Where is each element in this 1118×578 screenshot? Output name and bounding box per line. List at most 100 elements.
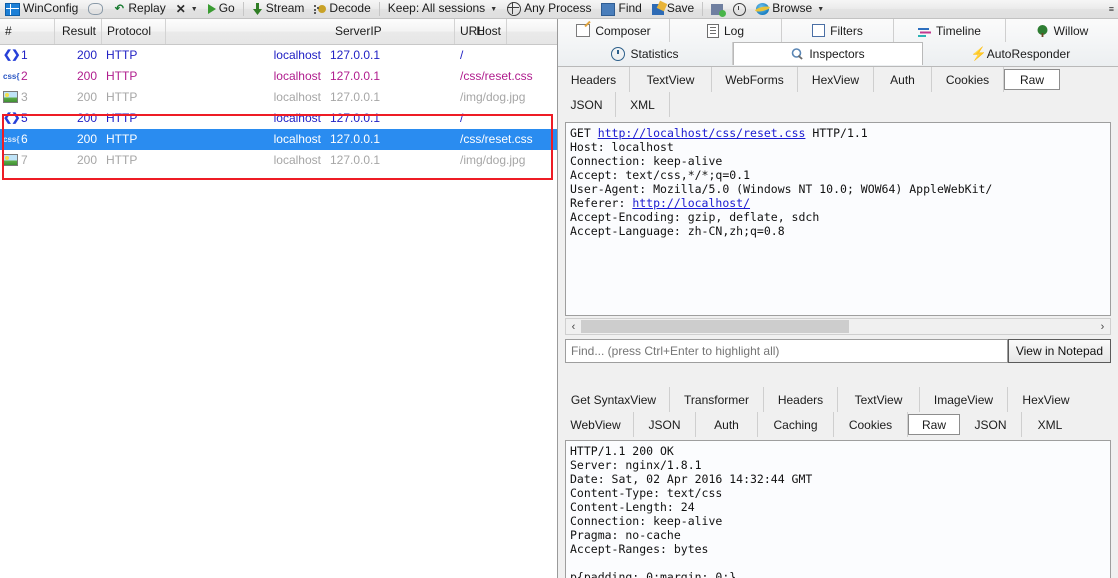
chevron-down-icon: ▼ [817,5,825,13]
filters-icon [812,24,826,37]
subtab-get-syntaxview[interactable]: Get SyntaxView [558,387,670,412]
subtab-xml[interactable]: XML [1022,412,1078,437]
cell-protocol: HTTP [106,132,138,146]
session-rows: ❮❯ 1 200 HTTP localhost 127.0.0.1 / css{… [0,45,557,171]
cell-num: 5 [21,111,28,125]
cell-url: /css/reset.css [460,132,533,146]
toolbar-comment-button[interactable] [83,0,108,18]
tab-willow[interactable]: Willow [1006,19,1118,42]
subtab-raw[interactable]: Raw [1004,69,1060,90]
cell-num: 7 [21,153,28,167]
subtab-auth[interactable]: Auth [696,412,758,437]
cell-host: localhost [273,111,321,125]
subtab-webview[interactable]: WebView [558,412,634,437]
column-header-serverip[interactable]: ServerIP [330,19,455,44]
table-row[interactable]: css{ 2 200 HTTP localhost 127.0.0.1 /css… [0,66,557,87]
subtab-textview[interactable]: TextView [630,67,712,92]
column-header-protocol[interactable]: Protocol [102,19,166,44]
find-input[interactable] [565,339,1008,363]
tab-composer[interactable]: Composer [558,19,670,42]
toolbar-save-button[interactable]: Save [647,0,699,18]
cell-result: 200 [76,48,97,62]
raw-line: Referer: http://localhost/ [570,196,750,210]
tab-inspectors[interactable]: Inspectors [733,42,923,65]
tab-autoresponder[interactable]: ⚡ AutoResponder [923,42,1118,65]
table-row-selected[interactable]: css{ 6 200 HTTP localhost 127.0.0.1 /css… [0,129,557,150]
cell-protocol: HTTP [106,111,138,125]
subtab-caching[interactable]: Caching [758,412,834,437]
scrollbar-track[interactable] [581,319,1095,334]
subtab-xml[interactable]: XML [616,92,670,117]
subtab-headers[interactable]: Headers [558,67,630,92]
subtab-raw[interactable]: Raw [908,414,960,435]
table-row[interactable]: ❮❯ 5 200 HTTP localhost 127.0.0.1 / [0,108,557,129]
toolbar-replay-button[interactable]: ↶ Replay [108,0,170,18]
subtab-cookies[interactable]: Cookies [932,67,1004,92]
toolbar-browse-button[interactable]: Browse ▼ [751,0,829,18]
subtab-textview[interactable]: TextView [838,387,920,412]
view-in-notepad-button[interactable]: View in Notepad [1007,339,1111,363]
column-header-url[interactable]: URL [455,19,557,44]
tab-filters[interactable]: Filters [782,19,894,42]
statistics-icon [611,46,626,61]
timeline-icon [918,26,932,37]
toolbar-decode-button[interactable]: Decode [309,0,375,18]
request-url-link[interactable]: http://localhost/css/reset.css [598,126,806,140]
toolbar-divider [702,2,704,16]
subtab-json[interactable]: JSON [558,92,616,117]
subtab-headers[interactable]: Headers [764,387,838,412]
tab-statistics[interactable]: Statistics [558,42,733,65]
toolbar-overflow[interactable]: ≡ [1109,4,1118,14]
scroll-left-icon[interactable]: ‹ [566,319,581,334]
cell-result: 200 [76,111,97,125]
scrollbar-thumb[interactable] [581,320,849,333]
subtab-json-2[interactable]: JSON [960,412,1022,437]
comment-bubble-icon [88,3,104,15]
raw-line-pre: GET [570,126,598,140]
tab-log[interactable]: Log [670,19,782,42]
subtab-webforms[interactable]: WebForms [712,67,798,92]
subtab-hexview[interactable]: HexView [1008,387,1084,412]
response-raw-textarea[interactable]: HTTP/1.1 200 OK Server: nginx/1.8.1 Date… [565,440,1111,578]
request-raw-textarea[interactable]: GET http://localhost/css/reset.css HTTP/… [565,122,1111,316]
toolbar-clear-button[interactable]: ✕ ▼ [171,0,203,18]
cell-num: 1 [21,48,28,62]
toolbar-add-session-button[interactable] [706,0,728,18]
cell-url: /css/reset.css [460,69,533,83]
toolbar-any-process-button[interactable]: Any Process [502,0,596,18]
scroll-right-icon[interactable]: › [1095,319,1110,334]
cell-serverip: 127.0.0.1 [330,153,381,167]
table-row[interactable]: 3 200 HTTP localhost 127.0.0.1 /img/dog.… [0,87,557,108]
toolbar-winconfig-button[interactable]: WinConfig [0,0,83,18]
subtab-transformer[interactable]: Transformer [670,387,764,412]
request-horizontal-scrollbar[interactable]: ‹ › [565,318,1111,335]
response-subtabs: Get SyntaxView Transformer Headers TextV… [558,387,1118,437]
subtab-cookies[interactable]: Cookies [834,412,908,437]
toolbar-timer-button[interactable] [728,0,751,18]
toolbar-keep-sessions-dropdown[interactable]: Keep: All sessions ▼ [383,0,502,18]
cell-url: /img/dog.jpg [460,90,526,104]
raw-line: Accept-Language: zh-CN,zh;q=0.8 [570,224,785,238]
toolbar-item-label: WinConfig [23,1,79,15]
subtab-json[interactable]: JSON [634,412,696,437]
subtab-hexview[interactable]: HexView [798,67,874,92]
cell-url: / [460,48,464,62]
column-header-num[interactable]: # [0,19,55,44]
table-row[interactable]: ❮❯ 1 200 HTTP localhost 127.0.0.1 / [0,45,557,66]
cell-serverip: 127.0.0.1 [330,90,381,104]
referer-url-link[interactable]: http://localhost/ [632,196,750,210]
session-list-panel[interactable]: # Result Protocol Host ServerIP URL ❮❯ 1… [0,19,558,578]
tab-label: AutoResponder [986,46,1071,61]
subtab-imageview[interactable]: ImageView [920,387,1008,412]
cell-serverip: 127.0.0.1 [330,48,381,62]
column-header-result[interactable]: Result [55,19,102,44]
tab-label: Composer [595,23,651,38]
tab-timeline[interactable]: Timeline [894,19,1006,42]
cell-result: 200 [76,153,97,167]
toolbar-find-button[interactable]: Find [596,0,646,18]
subtab-auth[interactable]: Auth [874,67,932,92]
table-row[interactable]: 7 200 HTTP localhost 127.0.0.1 /img/dog.… [0,150,557,171]
cell-num: 6 [21,132,28,146]
toolbar-go-button[interactable]: Go [203,0,240,18]
toolbar-stream-button[interactable]: Stream [247,0,310,18]
